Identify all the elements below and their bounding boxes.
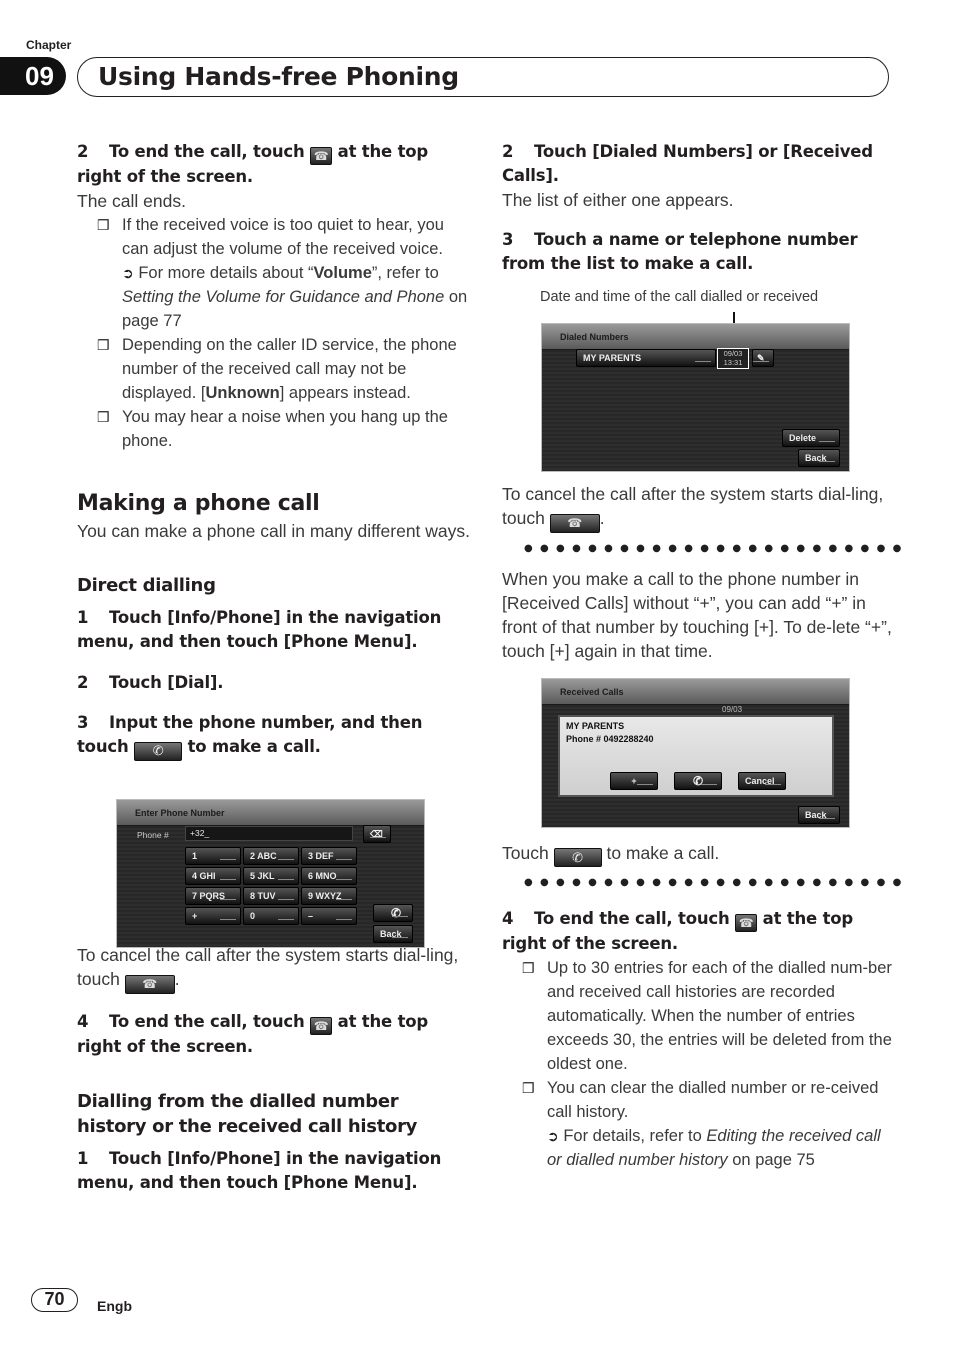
chapter-number: 09 — [0, 57, 66, 95]
list-appears-text: The list of either one appears. — [502, 190, 734, 210]
enter-phone-number-screenshot: Enter Phone Number Phone # +32_ ⌫ 1 2 AB… — [116, 799, 425, 948]
cancel-call-icon — [124, 975, 175, 994]
note-volume: ❒ If the received voice is too quiet to … — [77, 213, 472, 333]
reference-arrow-icon: ➲ — [122, 265, 134, 281]
note-clear-history: ❒ You can clear the dialled number or re… — [502, 1076, 894, 1172]
call-confirm-popup: MY PARENTS Phone # 0492288240 + ✆ Cancel — [558, 715, 834, 797]
call-button[interactable]: ✆ — [373, 904, 413, 922]
screen-title: Enter Phone Number — [135, 808, 225, 818]
backspace-key[interactable]: ⌫ — [363, 825, 391, 843]
back-button[interactable]: Back — [798, 449, 840, 467]
keypad-key[interactable]: 5 JKL — [243, 867, 299, 885]
call-button-icon — [553, 848, 602, 867]
touch-to-call-text: Touch to make a call. — [502, 841, 894, 867]
received-calls-screenshot: Received Calls 09/03 MY PARENTS Phone # … — [541, 678, 850, 828]
delete-button[interactable]: Delete — [782, 429, 840, 447]
language-code: Engb — [97, 1298, 132, 1314]
separator-dots: ●●●●●●●●●●●●●●●●●●●●●●●● — [524, 543, 909, 554]
back-button[interactable]: Back — [798, 806, 840, 824]
checkbox-bullet-icon: ❒ — [97, 337, 110, 353]
chapter-title-box: Using Hands-free Phoning — [77, 57, 889, 97]
dialed-entry[interactable]: MY PARENTS — [576, 349, 716, 367]
end-call-icon — [735, 914, 758, 932]
keypad-key[interactable]: 4 GHI — [185, 867, 241, 885]
end-call-icon — [310, 147, 333, 165]
left-column: 2To end the call, touch at the top right… — [77, 140, 472, 1195]
edit-icon[interactable]: ✎ — [752, 349, 774, 367]
phone-number-input[interactable]: +32_ — [185, 826, 353, 841]
direct-step-3: 3 Input the phone number, and then touch … — [77, 711, 472, 761]
keypad-key[interactable]: 9 WXYZ — [301, 887, 357, 905]
plus-prefix-text: When you make a call to the phone number… — [502, 569, 892, 661]
screen-title: Dialed Numbers — [560, 332, 629, 342]
chapter-title: Using Hands-free Phoning — [98, 62, 459, 91]
call-ends-text: The call ends. — [77, 191, 186, 211]
checkbox-bullet-icon: ❒ — [97, 409, 110, 425]
cancel-button[interactable]: Cancel — [738, 772, 786, 790]
section-title: Making a phone call — [77, 491, 320, 516]
history-title: Dialling from the dialled number history… — [77, 1091, 418, 1137]
history-step-1: 1 Touch [Info/Phone] in the navigation me… — [77, 1149, 442, 1192]
history-step-3: 3 Touch a name or telephone number from t… — [502, 230, 858, 273]
reference-arrow-icon: ➲ — [547, 1128, 559, 1144]
step-end-call: 2To end the call, touch at the top right… — [77, 140, 472, 189]
keypad-key[interactable]: + — [185, 907, 241, 925]
keypad-key[interactable]: 1 — [185, 847, 241, 865]
popup-phone-number: Phone # 0492288240 — [566, 734, 654, 744]
entry-datetime: 09/03 13:31 — [717, 348, 749, 369]
direct-dialling-title: Direct dialling — [77, 575, 216, 596]
section-intro: You can make a phone call in many differ… — [77, 521, 471, 541]
direct-step-4: 4To end the call, touch at the top right… — [77, 1010, 472, 1059]
note-noise: ❒ You may hear a noise when you hang up … — [77, 405, 472, 453]
keypad-key[interactable]: 0 — [243, 907, 299, 925]
date-time-caption: Date and time of the call dialled or rec… — [540, 289, 819, 305]
history-step-2: 2 Touch [Dialed Numbers] or [Received Cal… — [502, 142, 873, 185]
checkbox-bullet-icon: ❒ — [522, 960, 535, 976]
cancel-call-icon — [549, 514, 600, 533]
reference-link[interactable]: Setting the Volume for Guidance and Phon… — [122, 288, 444, 306]
separator-dots: ●●●●●●●●●●●●●●●●●●●●●●●● — [524, 877, 909, 888]
checkbox-bullet-icon: ❒ — [522, 1080, 535, 1096]
keypad-key[interactable]: 7 PQRS — [185, 887, 241, 905]
note-entries-limit: ❒ Up to 30 entries for each of the diall… — [502, 956, 894, 1076]
keypad-key[interactable]: 2 ABC — [243, 847, 299, 865]
keypad-key[interactable]: 3 DEF — [301, 847, 357, 865]
call-button-icon — [134, 742, 183, 761]
popup-contact-name: MY PARENTS — [566, 721, 625, 731]
chapter-label: Chapter — [26, 38, 72, 52]
keypad-key[interactable]: – — [301, 907, 357, 925]
phone-field-label: Phone # — [137, 830, 169, 840]
back-button[interactable]: Back — [373, 925, 413, 943]
keypad-key[interactable]: 6 MNO — [301, 867, 357, 885]
cancel-call-text: To cancel the call after the system star… — [77, 943, 472, 994]
screen-title: Received Calls — [560, 687, 624, 697]
call-button[interactable]: ✆ — [674, 772, 722, 790]
keypad-key[interactable]: 8 TUV — [243, 887, 299, 905]
history-step-4: 4To end the call, touch at the top right… — [502, 907, 894, 956]
page-number: 70 — [31, 1288, 78, 1312]
direct-step-1: 1 Touch [Info/Phone] in the navigation me… — [77, 608, 442, 651]
plus-button[interactable]: + — [610, 772, 658, 790]
cancel-call-text: To cancel the call after the system star… — [502, 482, 894, 533]
entry-date: 09/03 — [722, 705, 743, 714]
end-call-icon — [310, 1017, 333, 1035]
direct-step-2: 2 Touch [Dial]. — [77, 673, 224, 692]
dialed-numbers-screenshot: Dialed Numbers MY PARENTS 09/03 13:31 ✎ … — [541, 323, 850, 472]
note-caller-id: ❒ Depending on the caller ID service, th… — [77, 333, 472, 405]
checkbox-bullet-icon: ❒ — [97, 217, 110, 233]
